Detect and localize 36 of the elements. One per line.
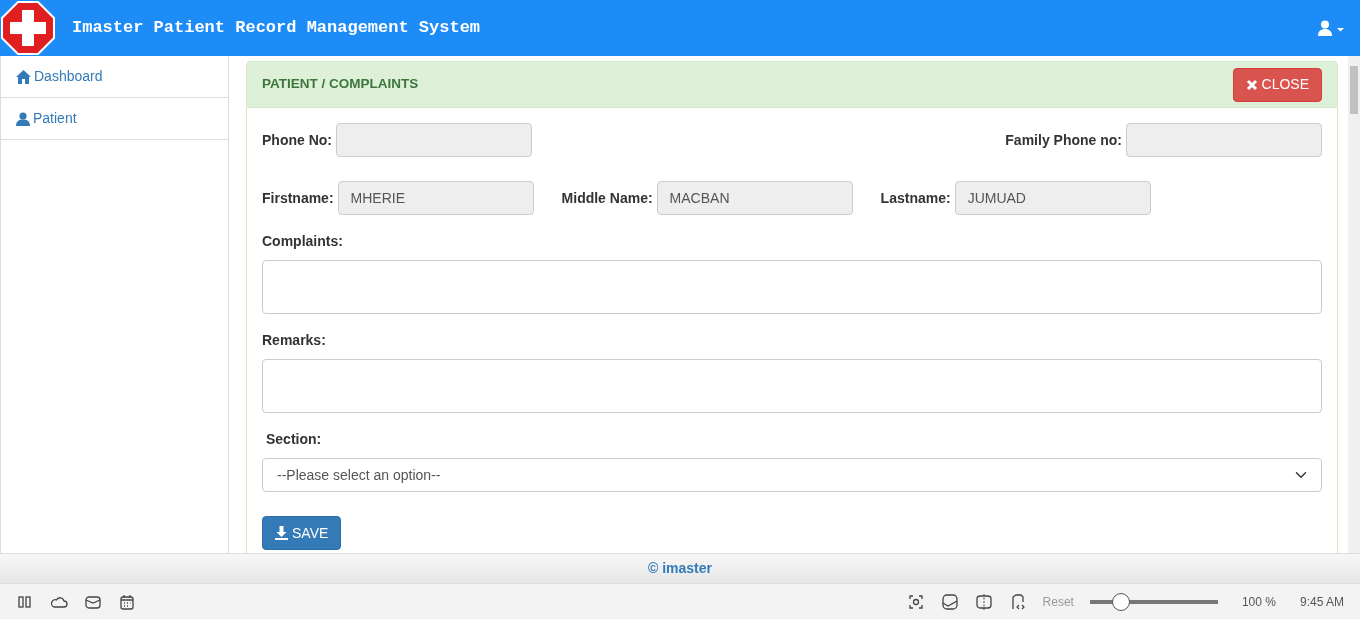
reset-link[interactable]: Reset	[1042, 592, 1074, 611]
section-select[interactable]: --Please select an option--	[262, 458, 1322, 492]
user-menu-button[interactable]	[1318, 20, 1344, 36]
text-field[interactable]	[336, 123, 532, 157]
close-button[interactable]: CLOSE	[1232, 67, 1322, 102]
save-button[interactable]: SAVE	[262, 516, 342, 550]
sidebar-link[interactable]: Patient	[33, 108, 77, 129]
text-field[interactable]: JUMUAD	[954, 181, 1151, 215]
home-icon	[16, 69, 31, 84]
field-label: Phone No:	[262, 130, 332, 150]
app-title: Imaster Patient Record Management System	[72, 17, 481, 40]
field-label: Lastname:	[880, 188, 951, 208]
text-field[interactable]	[1126, 123, 1322, 157]
field-label: Complaints:	[262, 232, 344, 251]
download-icon	[275, 526, 288, 540]
image-icon[interactable]	[940, 592, 959, 611]
field-label: Remarks:	[262, 331, 327, 350]
slider-thumb[interactable]	[1111, 592, 1130, 611]
user-icon	[16, 111, 30, 126]
zoom-reading: 100 %	[1241, 593, 1276, 611]
scrollbar[interactable]	[1348, 56, 1360, 553]
calendar-icon[interactable]	[118, 592, 136, 611]
clock-time: 9:45 AM	[1299, 593, 1344, 611]
split-view-icon[interactable]	[974, 592, 993, 611]
close-icon	[1245, 78, 1258, 91]
field-label: Family Phone no:	[1005, 130, 1122, 150]
field-label: Middle Name:	[561, 188, 653, 208]
sidebar-link[interactable]: Dashboard	[34, 66, 103, 87]
screenshot-icon[interactable]	[906, 592, 925, 611]
text-field[interactable]: MACBAN	[656, 181, 853, 215]
field-label: Section:	[265, 430, 323, 449]
field-label: Firstname:	[262, 188, 334, 208]
panel-title: PATIENT / COMPLAINTS	[262, 75, 419, 94]
footer-text: © imaster	[648, 559, 712, 578]
text-field[interactable]: MHERIE	[337, 181, 534, 215]
cross-logo-icon	[0, 0, 56, 56]
